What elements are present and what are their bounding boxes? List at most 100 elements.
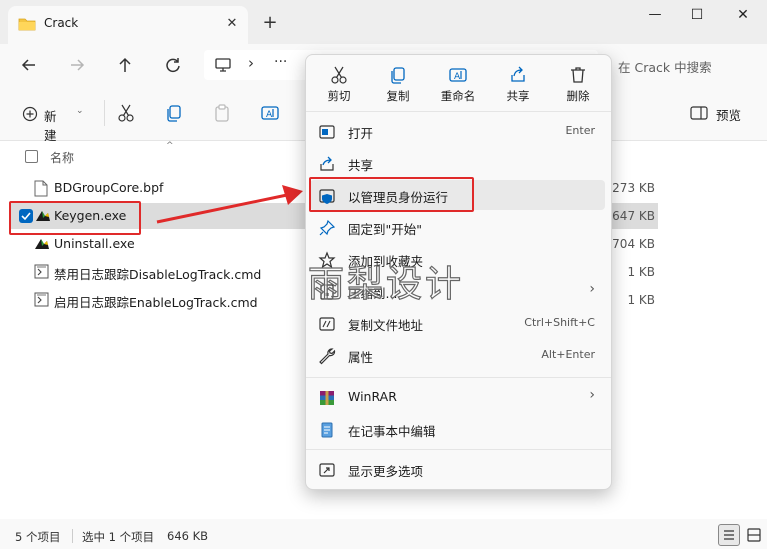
menu-divider bbox=[306, 449, 611, 450]
column-header-name[interactable]: 名称 bbox=[50, 149, 74, 166]
select-all-checkbox[interactable] bbox=[25, 150, 38, 163]
notepad-icon bbox=[318, 421, 336, 439]
file-name: BDGroupCore.bpf bbox=[54, 180, 164, 195]
menu-item-edit-in-notepad[interactable]: 在记事本中编辑 bbox=[310, 414, 605, 444]
shortcut-text: Alt+Enter bbox=[541, 348, 595, 361]
toolbar-divider bbox=[104, 100, 105, 126]
cut-label: 剪切 bbox=[327, 89, 351, 103]
plus-circle-icon bbox=[22, 106, 38, 122]
copy-icon bbox=[388, 65, 408, 85]
menu-divider bbox=[306, 377, 611, 378]
new-tab-button[interactable]: + bbox=[256, 12, 284, 34]
menu-item-properties[interactable]: 属性 Alt+Enter bbox=[310, 340, 605, 370]
menu-item-label: 打开 bbox=[348, 126, 374, 141]
file-size: 647 KB bbox=[612, 209, 655, 223]
file-size: 1 KB bbox=[627, 265, 655, 279]
selected-count: 选中 1 个项目 bbox=[82, 530, 155, 544]
uninstall-app-icon bbox=[34, 237, 50, 251]
refresh-icon[interactable] bbox=[162, 54, 184, 76]
breadcrumb-chevron[interactable]: › bbox=[248, 54, 254, 72]
watermark-text: 雨梨设计 bbox=[307, 263, 465, 305]
new-button-label: 新建 bbox=[44, 109, 57, 143]
chevron-down-icon: ⌄ bbox=[76, 106, 84, 116]
annotation-arrow bbox=[156, 185, 303, 224]
cut-icon[interactable] bbox=[116, 103, 138, 125]
wrench-icon bbox=[318, 347, 336, 365]
breadcrumb-overflow-button[interactable]: ··· bbox=[274, 54, 287, 70]
tab-close-icon[interactable]: ✕ bbox=[222, 14, 242, 34]
shortcut-text: Enter bbox=[565, 124, 595, 137]
maximize-button[interactable]: ☐ bbox=[674, 6, 720, 26]
open-icon bbox=[318, 123, 336, 141]
menu-item-label: 固定到"开始" bbox=[348, 222, 422, 237]
tab-title: Crack bbox=[44, 16, 79, 30]
rename-label: 重命名 bbox=[440, 89, 476, 103]
copy-path-icon bbox=[318, 315, 336, 333]
rename-icon[interactable]: A bbox=[260, 103, 282, 125]
selected-size: 646 KB bbox=[167, 529, 209, 543]
forward-arrow-icon[interactable] bbox=[66, 54, 88, 76]
file-name: 启用日志跟踪EnableLogTrack.cmd bbox=[54, 295, 258, 310]
copy-icon[interactable] bbox=[164, 103, 186, 125]
rename-action[interactable]: A 重命名 bbox=[434, 65, 482, 107]
menu-item-copy-as-path[interactable]: 复制文件地址 Ctrl+Shift+C bbox=[310, 308, 605, 338]
item-count: 5 个项目 bbox=[15, 530, 61, 544]
delete-label: 删除 bbox=[566, 89, 590, 103]
file-name: Uninstall.exe bbox=[54, 236, 135, 251]
cut-action[interactable]: 剪切 bbox=[315, 65, 363, 107]
more-options-icon bbox=[318, 461, 336, 479]
menu-item-label: 复制文件地址 bbox=[348, 318, 424, 333]
cmd-file-icon bbox=[34, 264, 49, 279]
file-icon bbox=[34, 180, 48, 197]
file-size: 1 KB bbox=[627, 293, 655, 307]
details-view-icon[interactable] bbox=[718, 524, 740, 546]
chevron-right-icon: › bbox=[589, 387, 595, 403]
chevron-right-icon: › bbox=[589, 281, 595, 297]
menu-item-label: 在记事本中编辑 bbox=[348, 424, 436, 439]
copy-label: 复制 bbox=[386, 89, 410, 103]
cut-icon bbox=[329, 65, 349, 85]
annotation-highlight-box bbox=[309, 177, 474, 212]
share-label: 共享 bbox=[506, 89, 530, 103]
close-button[interactable]: ✕ bbox=[720, 6, 766, 26]
pin-icon bbox=[318, 219, 336, 237]
delete-action[interactable]: 删除 bbox=[554, 65, 602, 107]
folder-icon bbox=[18, 16, 36, 32]
sort-indicator-icon: ^ bbox=[166, 141, 174, 151]
status-divider bbox=[72, 529, 73, 543]
menu-item-label: WinRAR bbox=[348, 389, 397, 404]
menu-item-label: 共享 bbox=[348, 158, 374, 173]
menu-item-winrar[interactable]: WinRAR › bbox=[310, 382, 605, 412]
menu-item-label: 属性 bbox=[348, 350, 374, 365]
menu-item-share[interactable]: 共享 bbox=[310, 148, 605, 178]
menu-item-pin-to-start[interactable]: 固定到"开始" bbox=[310, 212, 605, 242]
file-name: 禁用日志跟踪DisableLogTrack.cmd bbox=[54, 267, 262, 282]
file-size: 704 KB bbox=[612, 237, 655, 251]
menu-item-open[interactable]: 打开 Enter bbox=[310, 116, 605, 146]
rename-icon: A bbox=[448, 65, 468, 85]
minimize-button[interactable]: — bbox=[632, 6, 678, 26]
search-box[interactable]: 在 Crack 中搜索 bbox=[608, 50, 763, 80]
share-icon bbox=[508, 65, 528, 85]
file-size: 273 KB bbox=[612, 181, 655, 195]
up-arrow-icon[interactable] bbox=[114, 54, 136, 76]
status-bar: 5 个项目 选中 1 个项目 646 KB bbox=[0, 519, 767, 549]
svg-text:A: A bbox=[454, 72, 461, 82]
shortcut-text: Ctrl+Shift+C bbox=[524, 316, 595, 329]
preview-label: 预览 bbox=[716, 108, 742, 123]
delete-icon bbox=[568, 65, 588, 85]
share-icon bbox=[318, 155, 336, 173]
search-input[interactable]: 在 Crack 中搜索 bbox=[618, 57, 712, 76]
computer-icon bbox=[214, 57, 232, 73]
menu-item-show-more-options[interactable]: 显示更多选项 bbox=[310, 454, 605, 484]
back-arrow-icon[interactable] bbox=[18, 54, 40, 76]
tiles-view-icon[interactable] bbox=[744, 525, 764, 545]
menu-divider bbox=[306, 111, 611, 112]
cmd-file-icon bbox=[34, 292, 49, 307]
copy-action[interactable]: 复制 bbox=[374, 65, 422, 107]
svg-text:A: A bbox=[266, 110, 273, 120]
paste-icon[interactable] bbox=[212, 103, 234, 125]
share-action[interactable]: 共享 bbox=[494, 65, 542, 107]
winrar-icon bbox=[318, 389, 336, 407]
tab-crack[interactable]: Crack ✕ bbox=[8, 6, 248, 44]
